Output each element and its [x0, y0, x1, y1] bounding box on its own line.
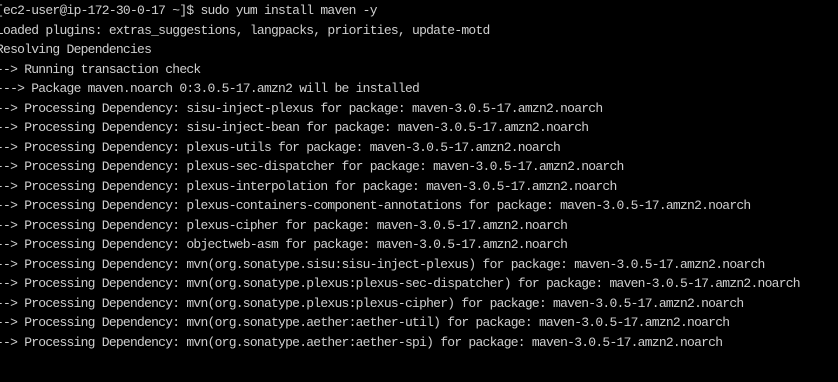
terminal-bottom-edge: [0, 377, 838, 382]
output-line: --> Processing Dependency: sisu-inject-p…: [0, 100, 603, 116]
command-prompt-line: [ec2-user@ip-172-30-0-17 ~]$ sudo yum in…: [0, 3, 378, 18]
output-line: --> Processing Dependency: mvn(org.sonat…: [0, 276, 801, 291]
output-line: --> Processing Dependency: plexus-contai…: [0, 198, 751, 213]
output-line: --> Processing Dependency: objectweb-asm…: [0, 237, 568, 252]
terminal-window[interactable]: [ec2-user@ip-172-30-0-17 ~]$ sudo yum in…: [0, 0, 838, 382]
output-line: --> Processing Dependency: plexus-cipher…: [0, 217, 568, 233]
output-line: --> Running transaction check: [0, 61, 201, 77]
output-line: --> Processing Dependency: plexus-interp…: [0, 178, 617, 194]
output-line: Loaded plugins: extras_suggestions, lang…: [0, 22, 490, 38]
output-line: --> Processing Dependency: mvn(org.sonat…: [0, 315, 730, 330]
output-line: --> Processing Dependency: plexus-sec-di…: [0, 159, 624, 174]
output-line: --> Processing Dependency: mvn(org.sonat…: [0, 256, 765, 272]
output-line: --> Processing Dependency: mvn(org.sonat…: [0, 334, 723, 350]
output-line: --> Processing Dependency: sisu-inject-b…: [0, 120, 589, 135]
output-line: --> Processing Dependency: mvn(org.sonat…: [0, 295, 744, 311]
output-line: --> Processing Dependency: plexus-utils …: [0, 139, 561, 155]
output-line: ---> Package maven.noarch 0:3.0.5-17.amz…: [0, 81, 420, 96]
output-line: Resolving Dependencies: [0, 42, 152, 57]
